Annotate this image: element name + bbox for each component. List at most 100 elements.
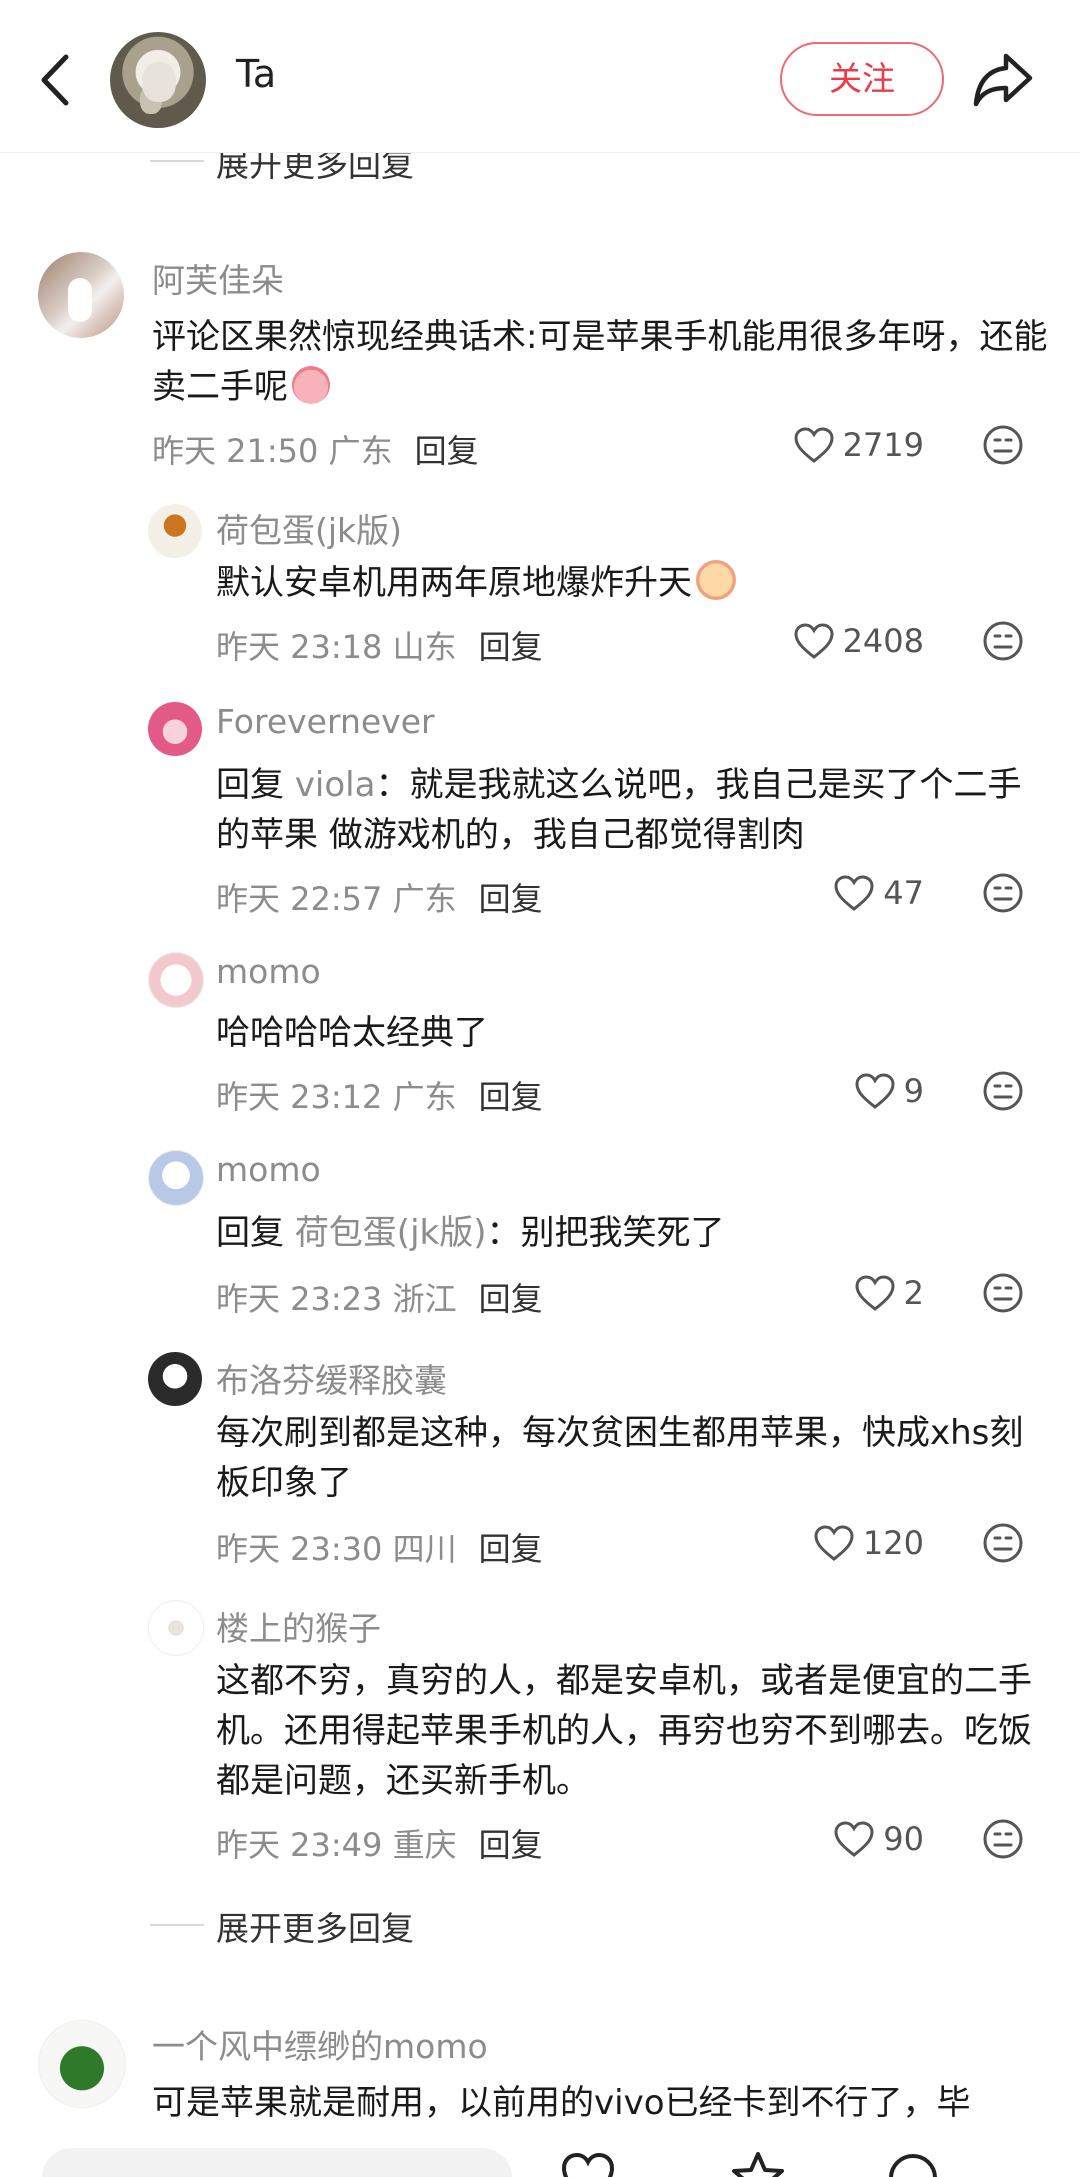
collect-button[interactable] [730,2150,786,2177]
dislike-button[interactable] [982,1818,1024,1860]
reply-target-user[interactable]: viola [295,765,376,805]
like-count: 2408 [842,622,924,660]
like-count: 47 [883,874,924,912]
author-avatar[interactable] [110,32,206,128]
reply-button[interactable]: 回复 [479,1530,543,1568]
heart-icon [814,1525,854,1561]
comment-text-content: 每次刷到都是这种，每次贫困生都用苹果，快成xhs刻板印象了 [216,1413,1024,1503]
comment-text[interactable]: 默认安卓机用两年原地爆炸升天 [216,558,1036,608]
reply-button[interactable]: 回复 [479,1280,543,1318]
comment-meta: 昨天 23:30 四川 回复 [216,1524,543,1570]
avatar[interactable] [148,1600,204,1656]
like-button[interactable]: 2719 [793,420,924,470]
username[interactable]: 布洛芬缓释胶囊 [216,1354,447,1402]
comment-text[interactable]: 这都不穷，真穷的人，都是安卓机，或者是便宜的二手机。还用得起苹果手机的人，再穷也… [216,1656,1036,1806]
reply-prefix: 回复 [216,765,284,805]
dislike-button[interactable] [982,872,1024,914]
username[interactable]: 荷包蛋(jk版) [216,504,402,552]
avatar[interactable] [148,1352,202,1406]
pig-face-emoji [292,366,330,404]
avatar[interactable] [148,952,204,1008]
expand-more-replies-label: 展开更多回复 [216,1909,414,1948]
avatar[interactable] [148,504,202,558]
like-count: 90 [883,1820,924,1858]
comment-meta: 昨天 23:12 广东 回复 [216,1072,543,1118]
comment-meta: 昨天 23:18 山东 回复 [216,622,543,668]
comment-text[interactable]: 回复 荷包蛋(jk版)：别把我笑死了 [216,1208,1036,1258]
like-button[interactable]: 2408 [793,616,924,666]
crying-face-emoji [696,560,736,600]
dislike-button[interactable] [982,620,1024,662]
comment-meta: 昨天 22:57 广东 回复 [216,874,543,920]
reply-button[interactable]: 回复 [415,432,479,470]
back-button[interactable] [30,45,86,115]
comment-text-content: ：别把我笑死了 [486,1213,725,1253]
username[interactable]: 一个风中缥缈的momo [152,2020,488,2068]
like-button[interactable]: 2 [854,1268,924,1318]
reply-prefix: 回复 [216,1213,284,1253]
bottom-action-bar [0,2136,1080,2177]
like-post-button[interactable] [560,2150,616,2177]
like-count: 2 [903,1274,924,1312]
comment-text-content: 评论区果然惊现经典话术:可是苹果手机能用很多年呀，还能卖二手呢 [152,317,1048,407]
dislike-button[interactable] [982,1522,1024,1564]
neutral-face-icon [983,1819,1023,1859]
username[interactable]: momo [216,1150,321,1189]
share-button[interactable] [972,50,1034,108]
comment-input[interactable] [42,2148,512,2177]
reply-button[interactable]: 回复 [479,1826,543,1864]
time-location: 昨天 22:57 广东 [216,880,457,918]
reply-target-user[interactable]: 荷包蛋(jk版) [295,1213,487,1253]
comment-meta: 昨天 23:49 重庆 回复 [216,1820,543,1866]
username[interactable]: momo [216,952,321,991]
comment-text[interactable]: 回复 viola：就是我就这么说吧，我自己是买了个二手的苹果 做游戏机的，我自己… [216,760,1036,860]
divider [150,160,204,162]
reply-button[interactable]: 回复 [479,628,543,666]
heart-icon [834,875,874,911]
neutral-face-icon [983,1071,1023,1111]
username[interactable]: 阿芙佳朵 [152,254,284,302]
follow-button[interactable]: 关注 [780,42,944,116]
time-location: 昨天 23:49 重庆 [216,1826,457,1864]
comment-button[interactable] [885,2150,941,2177]
heart-icon [561,2152,615,2177]
avatar[interactable] [38,2020,126,2108]
time-location: 昨天 21:50 广东 [152,432,393,470]
neutral-face-icon [983,621,1023,661]
comment-text-content: 这都不穷，真穷的人，都是安卓机，或者是便宜的二手机。还用得起苹果手机的人，再穷也… [216,1661,1032,1801]
like-count: 9 [903,1072,924,1110]
time-location: 昨天 23:18 山东 [216,628,457,666]
comment-text[interactable]: 可是苹果就是耐用，以前用的vivo已经卡到不行了，毕 [152,2078,1052,2128]
heart-icon [794,623,834,659]
comment-text[interactable]: 哈哈哈哈太经典了 [216,1008,1036,1058]
dislike-button[interactable] [982,1070,1024,1112]
author-name[interactable]: Ta [236,52,276,96]
like-count: 2719 [842,426,924,464]
like-button[interactable]: 120 [813,1518,924,1568]
like-button[interactable]: 9 [854,1066,924,1116]
heart-icon [855,1275,895,1311]
avatar[interactable] [148,702,202,756]
reply-button[interactable]: 回复 [479,880,543,918]
neutral-face-icon [983,1273,1023,1313]
time-location: 昨天 23:30 四川 [216,1530,457,1568]
avatar[interactable] [38,252,124,338]
dislike-button[interactable] [982,1272,1024,1314]
comment-text[interactable]: 评论区果然惊现经典话术:可是苹果手机能用很多年呀，还能卖二手呢 [152,312,1052,412]
neutral-face-icon [983,873,1023,913]
username[interactable]: Forevernever [216,702,435,741]
heart-icon [855,1073,895,1109]
reply-button[interactable]: 回复 [479,1078,543,1116]
time-location: 昨天 23:12 广东 [216,1078,457,1116]
time-location: 昨天 23:23 浙江 [216,1280,457,1318]
like-button[interactable]: 47 [833,868,924,918]
star-icon [732,2152,784,2177]
chevron-left-icon [41,54,69,106]
like-button[interactable]: 90 [833,1814,924,1864]
heart-icon [834,1821,874,1857]
avatar[interactable] [148,1150,204,1206]
username[interactable]: 楼上的猴子 [216,1602,381,1650]
comment-text[interactable]: 每次刷到都是这种，每次贫困生都用苹果，快成xhs刻板印象了 [216,1408,1046,1508]
dislike-button[interactable] [982,424,1024,466]
comment-text-content: 默认安卓机用两年原地爆炸升天 [216,563,692,603]
